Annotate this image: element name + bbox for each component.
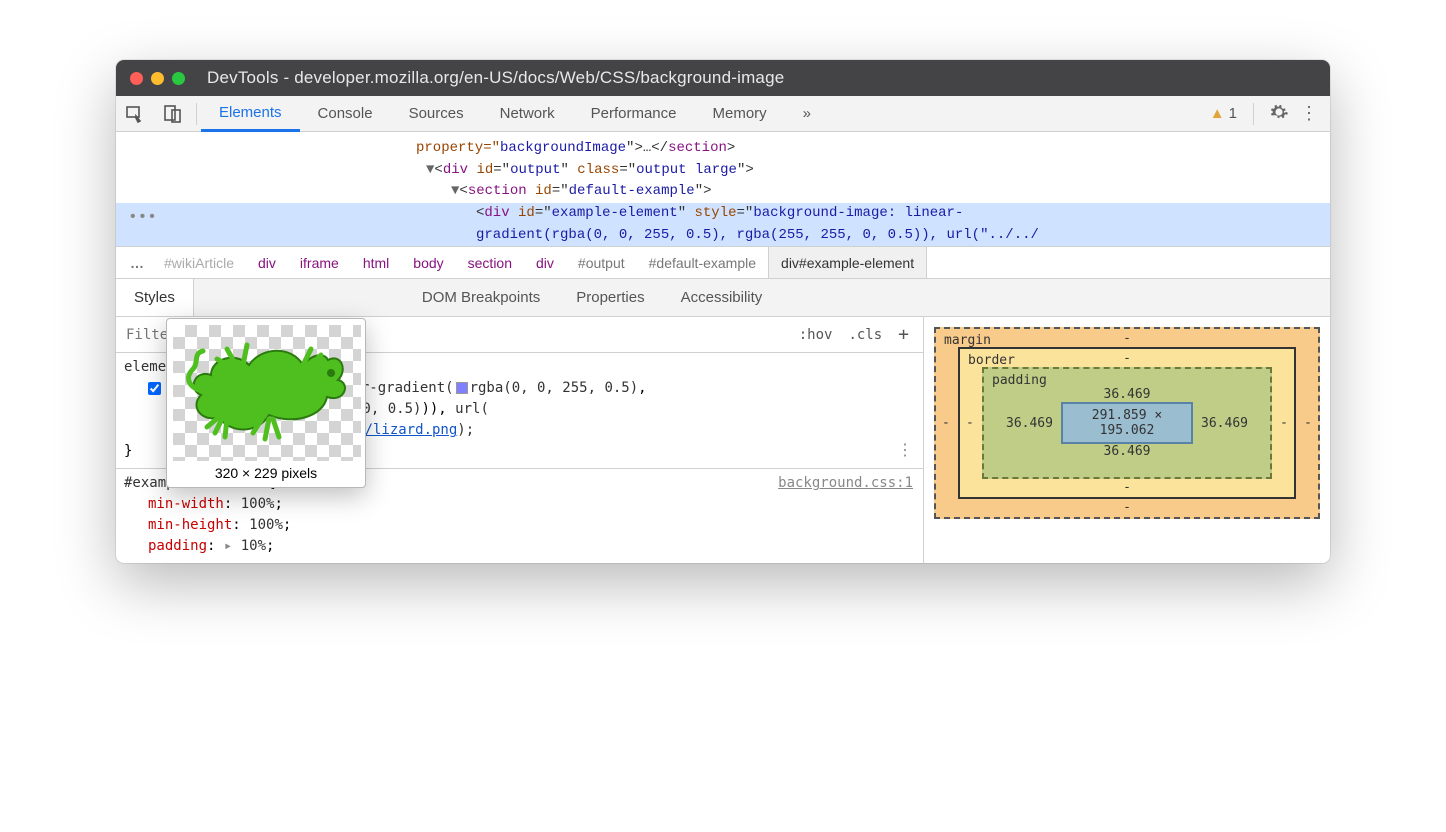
tab-memory[interactable]: Memory xyxy=(695,96,785,132)
tab-performance[interactable]: Performance xyxy=(573,96,695,132)
breadcrumb-overflow[interactable]: … xyxy=(122,255,152,271)
cls-toggle[interactable]: .cls xyxy=(848,327,882,343)
tab-network[interactable]: Network xyxy=(482,96,573,132)
dom-tree[interactable]: property="backgroundImage">…</section> ▼… xyxy=(116,132,1330,247)
subtab-styles[interactable]: Styles xyxy=(116,279,194,316)
gear-icon[interactable] xyxy=(1270,103,1288,125)
crumb-body[interactable]: body xyxy=(401,247,455,278)
box-padding-label: padding xyxy=(992,373,1047,388)
crumb-div2[interactable]: div xyxy=(524,247,566,278)
subtab-dom-breakpoints[interactable]: DOM Breakpoints xyxy=(404,279,558,316)
inspect-icon[interactable] xyxy=(116,104,154,124)
crumb-section[interactable]: section xyxy=(456,247,524,278)
box-model: margin ---- border ---- padding 36.469 3… xyxy=(924,317,1330,563)
crumb-default-example[interactable]: #default-example xyxy=(637,247,768,278)
titlebar: DevTools - developer.mozilla.org/en-US/d… xyxy=(116,60,1330,96)
tab-console[interactable]: Console xyxy=(300,96,391,132)
minimize-icon[interactable] xyxy=(151,72,164,85)
breadcrumb: … #wikiArticle div iframe html body sect… xyxy=(116,247,1330,279)
tab-elements[interactable]: Elements xyxy=(201,96,300,132)
kebab-icon[interactable]: ⋮ xyxy=(1300,103,1318,124)
devtools-window: DevTools - developer.mozilla.org/en-US/d… xyxy=(116,60,1330,563)
color-swatch-icon[interactable] xyxy=(456,382,468,394)
maximize-icon[interactable] xyxy=(172,72,185,85)
crumb-div[interactable]: div xyxy=(246,247,288,278)
add-rule-icon[interactable]: + xyxy=(898,324,909,345)
tab-overflow[interactable]: » xyxy=(785,96,829,132)
crumb-html[interactable]: html xyxy=(351,247,401,278)
traffic-lights xyxy=(130,72,185,85)
window-title: DevTools - developer.mozilla.org/en-US/d… xyxy=(207,68,784,88)
lizard-thumbnail xyxy=(173,325,361,461)
prop-enable-checkbox[interactable] xyxy=(148,382,161,395)
box-content-size: 291.859 × 195.062 xyxy=(1061,402,1193,444)
device-toggle-icon[interactable] xyxy=(154,104,192,124)
panel-tabs: Elements Console Sources Network Perform… xyxy=(201,96,829,132)
close-icon[interactable] xyxy=(130,72,143,85)
crumb-example-element[interactable]: div#example-element xyxy=(768,247,927,278)
tab-sources[interactable]: Sources xyxy=(391,96,482,132)
warnings-badge[interactable]: ▲ 1 xyxy=(1210,105,1237,122)
crumb-wikiarticle[interactable]: #wikiArticle xyxy=(152,247,246,278)
rule-menu-icon[interactable]: ⋮ xyxy=(897,438,913,462)
warning-icon: ▲ xyxy=(1210,105,1225,122)
subtab-accessibility[interactable]: Accessibility xyxy=(663,279,781,316)
hov-toggle[interactable]: :hov xyxy=(799,327,833,343)
crumb-iframe[interactable]: iframe xyxy=(288,247,351,278)
box-border-label: border xyxy=(968,353,1015,368)
subtab-properties[interactable]: Properties xyxy=(558,279,662,316)
image-preview-popover: 320 × 229 pixels xyxy=(166,318,366,488)
ellipsis-icon[interactable]: ••• xyxy=(128,205,157,230)
toolbar: Elements Console Sources Network Perform… xyxy=(116,96,1330,132)
image-dimensions: 320 × 229 pixels xyxy=(173,465,359,481)
warning-count: 1 xyxy=(1229,105,1237,122)
box-margin-label: margin xyxy=(944,333,991,348)
source-link[interactable]: background.css:1 xyxy=(778,473,913,494)
styles-subtabs: Styles Computed DOM Breakpoints Properti… xyxy=(116,279,1330,317)
crumb-output[interactable]: #output xyxy=(566,247,637,278)
